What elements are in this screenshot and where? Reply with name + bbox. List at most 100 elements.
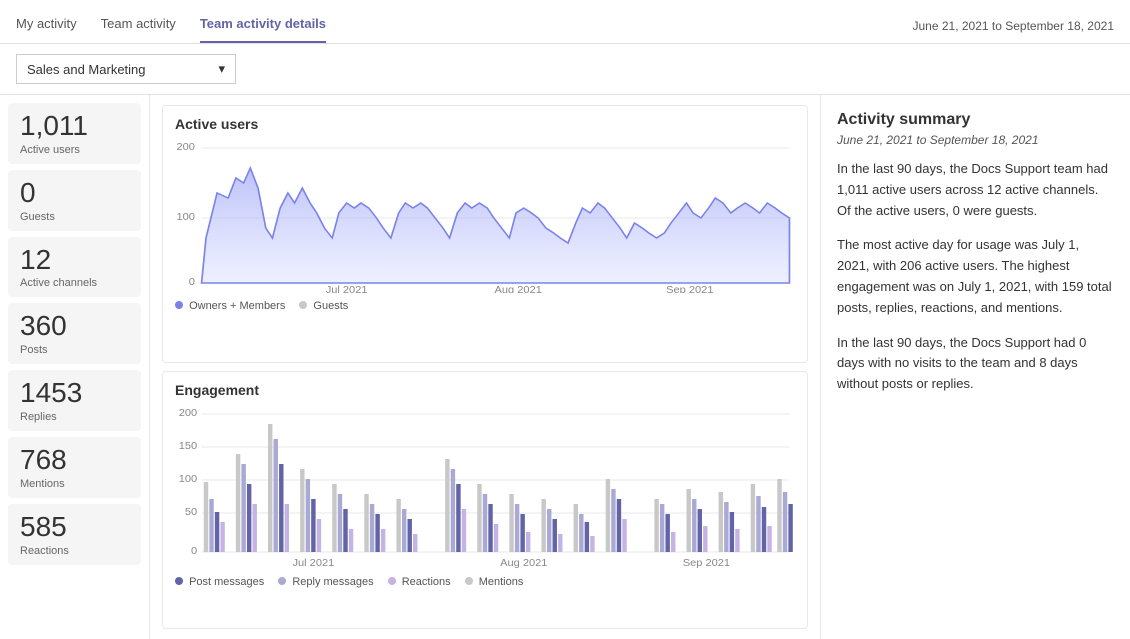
team-selector-dropdown[interactable]: Sales and Marketing ▾ bbox=[16, 54, 236, 84]
bar bbox=[692, 499, 696, 552]
bar bbox=[236, 454, 240, 552]
header-date-range: June 21, 2021 to September 18, 2021 bbox=[913, 19, 1115, 33]
bar bbox=[579, 514, 583, 552]
bar bbox=[777, 479, 781, 552]
svg-text:Sep 2021: Sep 2021 bbox=[683, 557, 730, 568]
bar bbox=[558, 534, 562, 552]
bar bbox=[783, 492, 787, 552]
bar bbox=[338, 494, 342, 552]
bar bbox=[515, 504, 519, 552]
legend-dot-reactions bbox=[388, 577, 396, 585]
active-users-chart: Active users 200 100 0 bbox=[162, 105, 808, 363]
stat-label: Active channels bbox=[20, 277, 97, 289]
engagement-svg-wrap: 200 150 100 50 0 bbox=[175, 404, 795, 572]
tab-my-activity[interactable]: My activity bbox=[16, 8, 77, 43]
legend-label-guests: Guests bbox=[313, 300, 348, 312]
tab-team-activity[interactable]: Team activity bbox=[101, 8, 176, 43]
stat-label: Guests bbox=[20, 211, 55, 223]
bar bbox=[332, 484, 336, 552]
summary-paragraph-1: In the last 90 days, the Docs Support te… bbox=[837, 159, 1114, 221]
charts-panel: Active users 200 100 0 bbox=[150, 95, 820, 639]
svg-text:0: 0 bbox=[189, 276, 195, 287]
bar bbox=[553, 519, 557, 552]
legend-dot-guests bbox=[299, 301, 307, 309]
stat-card: 12 Active channels bbox=[8, 237, 141, 298]
bar bbox=[687, 489, 691, 552]
legend-label-reply: Reply messages bbox=[292, 576, 373, 588]
bar bbox=[724, 502, 728, 552]
legend-dot-post bbox=[175, 577, 183, 585]
svg-text:200: 200 bbox=[179, 407, 198, 418]
bar bbox=[494, 524, 498, 552]
summary-date: June 21, 2021 to September 18, 2021 bbox=[837, 133, 1114, 147]
bar bbox=[413, 534, 417, 552]
svg-text:100: 100 bbox=[179, 473, 198, 484]
stat-value: 0 bbox=[20, 178, 36, 209]
bar bbox=[253, 504, 257, 552]
bar bbox=[445, 459, 449, 552]
bar bbox=[585, 522, 589, 552]
engagement-legend: Post messages Reply messages Reactions M… bbox=[175, 576, 795, 588]
legend-post-messages: Post messages bbox=[175, 576, 264, 588]
bar bbox=[402, 509, 406, 552]
engagement-title: Engagement bbox=[175, 382, 795, 398]
legend-dot-reply bbox=[278, 577, 286, 585]
bar bbox=[215, 512, 219, 552]
stat-value: 360 bbox=[20, 311, 67, 342]
legend-mentions: Mentions bbox=[465, 576, 524, 588]
bar bbox=[541, 499, 545, 552]
bar bbox=[317, 519, 321, 552]
active-users-legend: Owners + Members Guests bbox=[175, 300, 795, 312]
tab-team-activity-details[interactable]: Team activity details bbox=[200, 8, 326, 43]
engagement-chart: Engagement 200 150 100 50 0 bbox=[162, 371, 808, 629]
stat-label: Mentions bbox=[20, 478, 65, 490]
bar bbox=[606, 479, 610, 552]
summary-title: Activity summary bbox=[837, 111, 1114, 129]
legend-dot-mentions bbox=[465, 577, 473, 585]
svg-text:150: 150 bbox=[179, 440, 198, 451]
bar bbox=[408, 519, 412, 552]
team-selector-row: Sales and Marketing ▾ bbox=[0, 44, 1130, 95]
bar bbox=[698, 509, 702, 552]
bar bbox=[526, 532, 530, 552]
bar bbox=[735, 529, 739, 552]
bar bbox=[381, 529, 385, 552]
bar bbox=[462, 509, 466, 552]
bar bbox=[396, 499, 400, 552]
stats-panel: 1,011 Active users 0 Guests 12 Active ch… bbox=[0, 95, 150, 639]
legend-label-reactions: Reactions bbox=[402, 576, 451, 588]
stat-card: 585 Reactions bbox=[8, 504, 141, 565]
bar bbox=[285, 504, 289, 552]
bar bbox=[547, 509, 551, 552]
legend-label-owners: Owners + Members bbox=[189, 300, 285, 312]
stat-value: 1,011 bbox=[20, 111, 88, 142]
bar bbox=[590, 536, 594, 552]
bar bbox=[509, 494, 513, 552]
bar bbox=[483, 494, 487, 552]
bar bbox=[456, 484, 460, 552]
bar bbox=[268, 424, 272, 552]
bar bbox=[622, 519, 626, 552]
legend-dot-owners bbox=[175, 301, 183, 309]
bar bbox=[241, 464, 245, 552]
bar bbox=[370, 504, 374, 552]
bar bbox=[349, 529, 353, 552]
bar bbox=[767, 526, 771, 552]
main-content: 1,011 Active users 0 Guests 12 Active ch… bbox=[0, 95, 1130, 639]
bar bbox=[611, 489, 615, 552]
stat-value: 768 bbox=[20, 445, 67, 476]
stat-card: 1,011 Active users bbox=[8, 103, 141, 164]
stat-card: 360 Posts bbox=[8, 303, 141, 364]
bar bbox=[343, 509, 347, 552]
stat-label: Active users bbox=[20, 144, 80, 156]
svg-text:Aug 2021: Aug 2021 bbox=[500, 557, 547, 568]
header: My activity Team activity Team activity … bbox=[0, 0, 1130, 44]
bar bbox=[488, 504, 492, 552]
bar bbox=[751, 484, 755, 552]
bar bbox=[574, 504, 578, 552]
bar bbox=[671, 532, 675, 552]
summary-panel: Activity summary June 21, 2021 to Septem… bbox=[820, 95, 1130, 639]
svg-text:Jul 2021: Jul 2021 bbox=[292, 557, 334, 568]
bar bbox=[520, 514, 524, 552]
svg-text:100: 100 bbox=[176, 211, 195, 222]
